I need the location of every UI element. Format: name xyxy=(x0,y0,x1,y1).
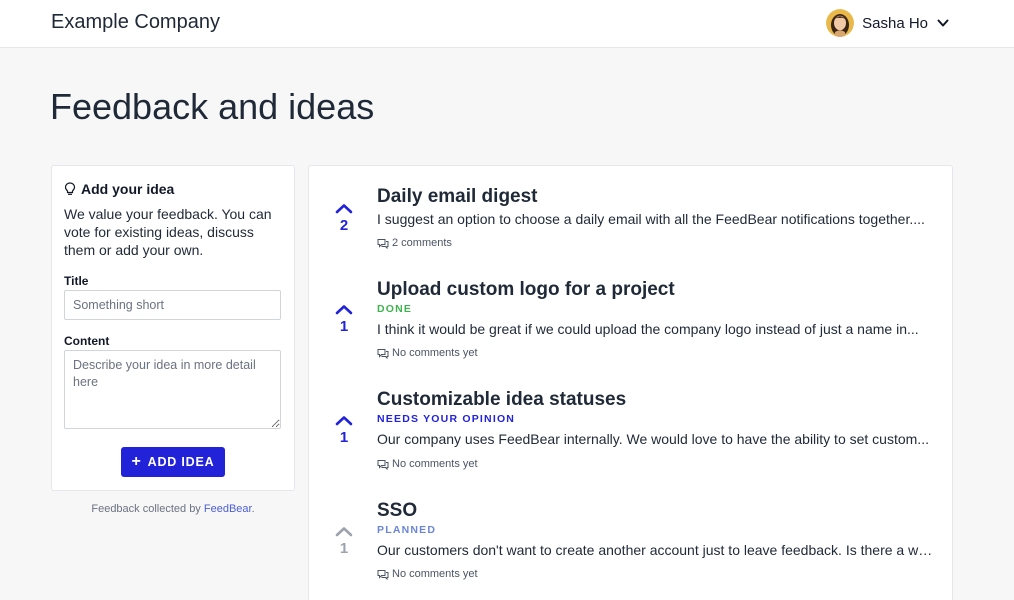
vote-count: 1 xyxy=(339,540,349,557)
vote-count: 1 xyxy=(339,318,349,335)
idea-item: 2 Daily email digest I suggest an option… xyxy=(309,166,952,266)
content-label: Content xyxy=(64,334,110,348)
company-name[interactable]: Example Company xyxy=(51,11,220,34)
add-idea-button[interactable]: + ADD IDEA xyxy=(121,447,225,477)
vote-button[interactable]: 1 xyxy=(333,304,355,335)
upvote-arrow-icon xyxy=(335,204,353,214)
status-badge: NEEDS YOUR OPINION xyxy=(377,413,516,425)
idea-comments[interactable]: 2 comments xyxy=(377,237,452,249)
vote-button[interactable]: 2 xyxy=(333,203,355,234)
footer-text: Feedback collected by xyxy=(91,503,204,515)
comments-count: No comments yet xyxy=(392,458,478,470)
user-name: Sasha Ho xyxy=(862,14,928,32)
idea-title[interactable]: Customizable idea statuses xyxy=(377,389,626,411)
add-idea-panel: Add your idea We value your feedback. Yo… xyxy=(51,165,295,491)
idea-comments[interactable]: No comments yet xyxy=(377,347,478,359)
user-menu[interactable]: Sasha Ho xyxy=(826,9,950,37)
plus-icon: + xyxy=(131,453,142,470)
add-idea-heading: Add your idea xyxy=(64,181,174,197)
idea-comments[interactable]: No comments yet xyxy=(377,568,478,580)
footer-note: Feedback collected by FeedBear. xyxy=(51,503,295,515)
status-badge: DONE xyxy=(377,303,413,315)
title-label: Title xyxy=(64,274,89,288)
upvote-arrow-icon xyxy=(335,416,353,426)
upvote-arrow-icon xyxy=(335,527,353,537)
comments-count: No comments yet xyxy=(392,568,478,580)
top-bar: Example Company Sasha Ho xyxy=(0,0,1014,48)
add-idea-title: Add your idea xyxy=(81,181,175,197)
idea-description: I think it would be great if we could up… xyxy=(377,321,919,337)
ideas-list: 2 Daily email digest I suggest an option… xyxy=(308,165,953,600)
content-textarea[interactable] xyxy=(64,350,281,429)
idea-description: Our customers don't want to create anoth… xyxy=(377,542,937,558)
status-badge: PLANNED xyxy=(377,524,437,536)
comments-icon xyxy=(377,569,389,580)
idea-title[interactable]: SSO xyxy=(377,500,417,522)
user-avatar xyxy=(826,9,855,37)
idea-item: 1 Customizable idea statuses NEEDS YOUR … xyxy=(309,387,952,487)
comments-icon xyxy=(377,459,389,470)
idea-item: 1 SSO PLANNED Our customers don't want t… xyxy=(309,498,952,598)
idea-title[interactable]: Upload custom logo for a project xyxy=(377,279,675,301)
comments-icon xyxy=(377,238,389,249)
idea-description: I suggest an option to choose a daily em… xyxy=(377,211,925,227)
idea-item: 1 Upload custom logo for a project DONE … xyxy=(309,276,952,376)
vote-button[interactable]: 1 xyxy=(333,415,355,446)
feedbear-link[interactable]: FeedBear xyxy=(204,503,252,515)
page-title: Feedback and ideas xyxy=(50,86,375,127)
footer-end: . xyxy=(251,503,255,515)
vote-count: 2 xyxy=(339,217,349,234)
comments-count: 2 comments xyxy=(392,237,452,249)
vote-button[interactable]: 1 xyxy=(333,526,355,557)
title-input[interactable] xyxy=(64,290,281,320)
vote-count: 1 xyxy=(339,429,349,446)
idea-title[interactable]: Daily email digest xyxy=(377,186,538,208)
lightbulb-icon xyxy=(64,182,76,195)
upvote-arrow-icon xyxy=(335,305,353,315)
add-idea-button-label: ADD IDEA xyxy=(147,455,215,469)
comments-count: No comments yet xyxy=(392,347,478,359)
add-idea-description: We value your feedback. You can vote for… xyxy=(64,206,272,258)
comments-icon xyxy=(377,348,389,359)
idea-comments[interactable]: No comments yet xyxy=(377,458,478,470)
idea-description: Our company uses FeedBear internally. We… xyxy=(377,431,929,447)
chevron-down-icon xyxy=(937,19,949,27)
